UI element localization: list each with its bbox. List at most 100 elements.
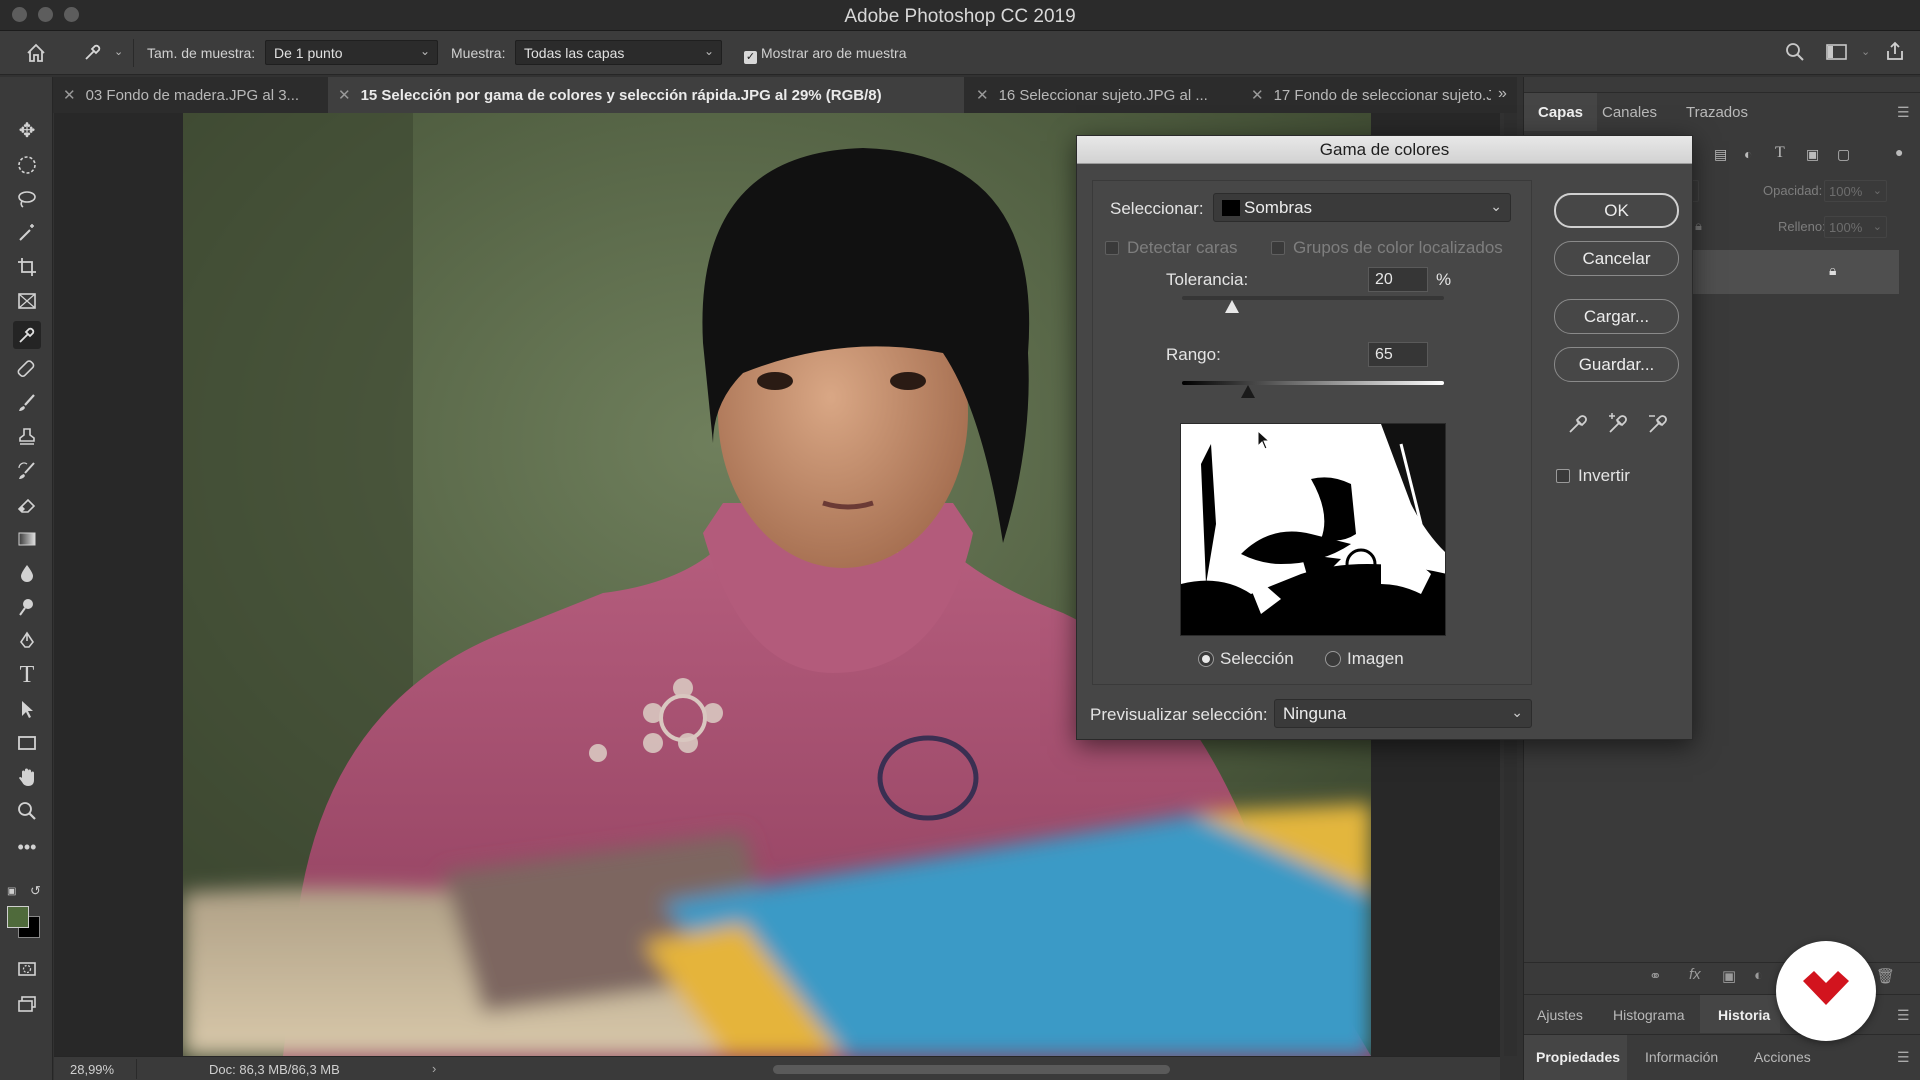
default-colors-icon[interactable]: ▣ [7,886,16,897]
crop-tool-icon[interactable] [13,253,41,281]
type-filter-icon[interactable]: T [1775,144,1785,162]
document-size[interactable]: Doc: 86,3 MB/86,3 MB [209,1062,340,1077]
more-tabs-icon[interactable]: » [1498,85,1507,103]
eyedropper-sample-icon[interactable] [1564,410,1592,438]
view-selection-radio[interactable]: Selección [1198,649,1294,669]
marquee-tool-icon[interactable] [13,151,41,179]
tab-propiedades[interactable]: Propiedades [1536,1049,1620,1065]
workspace-icon[interactable] [1825,42,1849,62]
tab-document-03[interactable]: ✕ 03 Fondo de madera.JPG al 3... [53,77,326,113]
more-tools-icon[interactable]: ••• [13,833,41,861]
layer-effects-icon[interactable]: fx [1689,966,1701,983]
fill-field[interactable]: 100% ⌄ [1824,216,1887,238]
share-icon[interactable] [1884,40,1906,62]
tab-document-16[interactable]: ✕ 16 Seleccionar sujeto.JPG al ... [966,77,1241,113]
eraser-tool-icon[interactable] [13,491,41,519]
brush-tool-icon[interactable] [13,389,41,417]
close-tab-icon[interactable]: ✕ [63,87,76,104]
sample-select[interactable]: Todas las capas ⌄ [515,40,722,65]
sample-size-select[interactable]: De 1 punto ⌄ [265,40,438,65]
zoom-level[interactable]: 28,99% [70,1062,114,1077]
layer-lock-icon[interactable]: 🔒︎ [1829,262,1836,279]
screen-mode-icon[interactable] [13,990,41,1018]
horizontal-scrollbar[interactable] [773,1065,1170,1074]
eyedropper-add-icon[interactable] [1604,410,1632,438]
eyedropper-tool-icon[interactable] [13,321,41,349]
tool-preset-chevron-icon[interactable]: ⌄ [114,45,123,58]
range-input[interactable]: 65 [1368,342,1428,367]
image-filter-icon[interactable]: ▤ [1714,146,1727,163]
tab-historia[interactable]: Historia [1718,1007,1770,1023]
status-menu-chevron-icon[interactable]: › [432,1061,436,1076]
search-icon[interactable] [1784,41,1806,63]
background-layer-row[interactable]: 🔒︎ [1689,250,1899,294]
tab-document-15[interactable]: ✕ 15 Selección por gama de colores y sele… [328,77,964,113]
close-tab-icon[interactable]: ✕ [976,87,989,104]
tab-ajustes[interactable]: Ajustes [1537,1007,1583,1023]
range-slider-track[interactable] [1182,381,1444,385]
layer-mask-icon[interactable]: ▣ [1722,967,1736,985]
tab-canales[interactable]: Canales [1602,104,1657,121]
move-tool-icon[interactable]: ✥ [13,117,41,145]
select-dropdown[interactable]: Sombras ⌄ [1213,193,1511,222]
foreground-color-swatch[interactable] [7,906,29,928]
swap-colors-icon[interactable]: ↺ [30,883,41,899]
adjustment-filter-icon[interactable]: ◐ [1744,146,1752,162]
link-layers-icon[interactable]: ⚭ [1649,967,1662,985]
zoom-tool-icon[interactable] [13,797,41,825]
home-icon[interactable] [25,42,47,64]
lasso-tool-icon[interactable] [13,185,41,213]
filter-toggle-icon[interactable]: ● [1895,144,1903,160]
tolerance-slider-track[interactable] [1182,296,1444,300]
quick-mask-icon[interactable] [13,955,41,983]
panel-menu-icon[interactable]: ☰ [1897,104,1910,121]
blur-tool-icon[interactable] [13,559,41,587]
invert-checkbox[interactable]: Invertir [1556,466,1630,486]
pen-tool-icon[interactable] [13,627,41,655]
hand-tool-icon[interactable] [13,763,41,791]
new-adjustment-icon[interactable]: ◐ [1754,967,1763,984]
load-button[interactable]: Cargar... [1554,299,1679,334]
range-slider-thumb[interactable] [1240,385,1255,398]
tab-acciones[interactable]: Acciones [1754,1049,1811,1065]
gradient-tool-icon[interactable] [13,525,41,553]
tab-informacion[interactable]: Información [1645,1049,1718,1065]
dodge-tool-icon[interactable] [13,593,41,621]
panel-menu-icon[interactable]: ☰ [1897,1049,1910,1066]
tab-capas[interactable]: Capas [1538,104,1583,121]
detect-faces-checkbox[interactable]: Detectar caras [1105,238,1238,258]
tab-trazados[interactable]: Trazados [1686,104,1748,121]
delete-layer-icon[interactable]: 🗑︎ [1876,967,1895,985]
localized-color-groups-checkbox[interactable]: Grupos de color localizados [1271,238,1503,258]
selection-preview-image[interactable] [1180,423,1446,636]
panel-menu-icon[interactable]: ☰ [1897,1007,1910,1024]
type-tool-icon[interactable]: T [13,661,41,689]
tolerance-input[interactable]: 20 [1368,267,1428,292]
close-tab-icon[interactable]: ✕ [338,87,351,104]
close-tab-icon[interactable]: ✕ [1251,87,1264,104]
history-brush-icon[interactable] [13,457,41,485]
tab-histograma[interactable]: Histograma [1613,1007,1685,1023]
eyedropper-subtract-icon[interactable] [1644,410,1672,438]
frame-tool-icon[interactable] [13,287,41,315]
magic-wand-icon[interactable] [13,219,41,247]
preview-selection-dropdown[interactable]: Ninguna ⌄ [1274,699,1532,728]
show-ring-checkbox[interactable]: ✓ Mostrar aro de muestra [744,45,907,64]
workspace-chevron-icon[interactable]: ⌄ [1861,45,1870,58]
opacity-field[interactable]: 100% ⌄ [1824,180,1887,202]
healing-brush-icon[interactable] [13,355,41,383]
lock-icon[interactable]: 🔒︎ [1695,218,1702,234]
tab-document-17[interactable]: ✕ 17 Fondo de seleccionar sujeto.J [1241,77,1491,113]
cancel-button[interactable]: Cancelar [1554,241,1679,276]
rectangle-tool-icon[interactable] [13,729,41,757]
view-image-radio[interactable]: Imagen [1325,649,1404,669]
smart-object-filter-icon[interactable]: ▢ [1837,146,1850,163]
eyedropper-icon[interactable] [82,41,104,63]
tolerance-slider-thumb[interactable] [1224,300,1239,313]
stamp-tool-icon[interactable] [13,423,41,451]
shadows-swatch-icon [1222,200,1240,216]
shape-filter-icon[interactable]: ▣ [1806,146,1819,163]
ok-button[interactable]: OK [1554,193,1679,228]
save-button[interactable]: Guardar... [1554,347,1679,382]
path-selection-icon[interactable] [13,695,41,723]
